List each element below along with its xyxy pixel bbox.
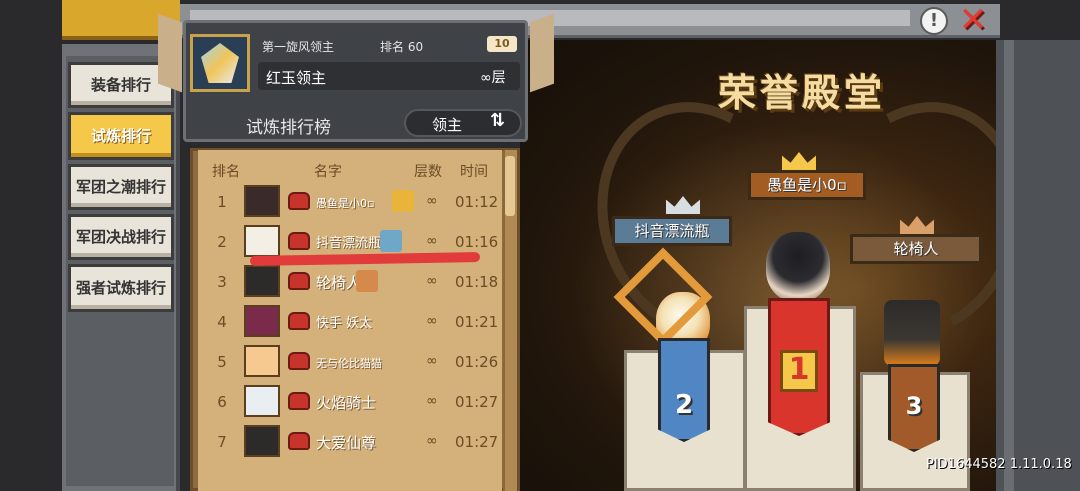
- sidebar-item-legion-battle-rank[interactable]: 军团决战排行: [68, 214, 174, 260]
- first-place-name: 愚鱼是小0▫: [767, 176, 847, 194]
- first-place-number: 1: [788, 352, 810, 387]
- row-name: 无与伦比猫猫: [316, 357, 382, 370]
- row-avatar[interactable]: [244, 425, 280, 457]
- third-place-plate: 轮椅人: [850, 234, 982, 264]
- first-place-plate: 愚鱼是小0▫: [748, 170, 866, 200]
- title-badge-icon: [380, 230, 402, 252]
- row-rank: 5: [217, 353, 227, 371]
- hall-of-fame-title: 荣誉殿堂: [717, 71, 886, 115]
- player-title: 第一旋风领主: [262, 40, 335, 54]
- leaderboard-heading: 试炼排行榜: [246, 118, 331, 138]
- column-header-time: 时间: [460, 164, 488, 180]
- player-name: 红玉领主: [266, 69, 327, 87]
- treasure-bag-icon: [288, 432, 310, 450]
- wing-left: [158, 13, 182, 93]
- row-avatar[interactable]: [244, 345, 280, 377]
- player-avatar-emblem-icon: [201, 43, 239, 83]
- row-rank: 6: [217, 393, 227, 411]
- row-time: 01:18: [455, 273, 499, 291]
- row-time: 01:27: [455, 433, 499, 451]
- row-name: 大爱仙尊: [316, 434, 377, 452]
- row-floor: ∞: [426, 393, 438, 409]
- treasure-bag-icon: [288, 232, 310, 250]
- filter-value: 领主: [432, 116, 463, 134]
- row-avatar[interactable]: [244, 385, 280, 417]
- row-name: 火焰骑士: [316, 394, 377, 412]
- sidebar-item-trial-rank[interactable]: 试炼排行: [68, 112, 174, 160]
- sidebar-item-label: 强者试炼排行: [75, 278, 166, 297]
- row-name: 快手 妖太: [316, 316, 373, 331]
- second-place-plate: 抖音漂流瓶: [612, 216, 732, 246]
- treasure-bag-icon: [288, 192, 310, 210]
- sidebar-item-label: 军团决战排行: [75, 227, 166, 246]
- player-rank: 排名 60: [380, 40, 424, 54]
- third-place-hero[interactable]: [884, 300, 940, 366]
- column-header-floor: 层数: [414, 164, 442, 180]
- row-avatar[interactable]: [244, 225, 280, 257]
- treasure-bag-icon: [288, 352, 310, 370]
- second-place-name: 抖音漂流瓶: [634, 222, 710, 240]
- row-floor: ∞: [426, 233, 438, 249]
- row-rank: 3: [217, 273, 227, 291]
- treasure-bag-icon: [288, 312, 310, 330]
- player-avatar[interactable]: [190, 34, 250, 92]
- row-time: 01:16: [455, 233, 499, 251]
- close-button[interactable]: ✕: [956, 3, 990, 37]
- sidebar-item-label: 试炼排行: [90, 126, 151, 145]
- row-rank: 7: [217, 433, 227, 451]
- swap-icon[interactable]: ⇅: [490, 110, 505, 131]
- sidebar-item-label: 装备排行: [90, 75, 151, 94]
- row-rank: 4: [217, 313, 227, 331]
- player-floor: ∞层: [480, 70, 506, 86]
- row-time: 01:27: [455, 393, 499, 411]
- column-header-rank: 排名: [212, 164, 240, 180]
- row-name: 轮椅人: [316, 274, 362, 292]
- treasure-bag-icon: [288, 272, 310, 290]
- row-avatar[interactable]: [244, 305, 280, 337]
- game-screen: 荣誉殿堂 抖音漂流瓶 2 愚鱼是小0▫ 1 轮椅人 3 ! ✕ 装备排行 试炼排…: [0, 0, 1080, 491]
- row-rank: 1: [217, 193, 227, 211]
- row-time: 01:26: [455, 353, 499, 371]
- row-time: 01:12: [455, 193, 499, 211]
- build-id: PID1644582 1.11.0.18: [926, 457, 1072, 472]
- wing-right: [530, 13, 554, 93]
- third-place-number: 3: [905, 392, 923, 420]
- sidebar-item-legion-tide-rank[interactable]: 军团之潮排行: [68, 164, 174, 210]
- first-place-hero[interactable]: [766, 232, 830, 302]
- second-place-number: 2: [674, 390, 694, 420]
- row-floor: ∞: [426, 433, 438, 449]
- title-badge-icon: [356, 270, 378, 292]
- help-button[interactable]: !: [920, 7, 948, 35]
- treasure-bag-icon: [288, 392, 310, 410]
- row-avatar[interactable]: [244, 265, 280, 297]
- row-rank: 2: [217, 233, 227, 251]
- row-floor: ∞: [426, 313, 438, 329]
- row-floor: ∞: [426, 193, 438, 209]
- row-time: 01:21: [455, 313, 499, 331]
- sidebar-item-label: 军团之潮排行: [75, 177, 166, 196]
- hall-right-frame-stripe: [1004, 40, 1014, 491]
- third-place-name: 轮椅人: [893, 240, 939, 258]
- scrollbar-thumb[interactable]: [505, 156, 515, 216]
- row-name: 抖音漂流瓶: [316, 236, 382, 251]
- row-avatar[interactable]: [244, 185, 280, 217]
- title-badge-icon: [392, 190, 414, 212]
- row-floor: ∞: [426, 273, 438, 289]
- player-tag-badge: 10: [487, 36, 517, 52]
- row-name: 愚鱼是小0▫: [316, 197, 375, 210]
- row-floor: ∞: [426, 353, 438, 369]
- column-header-name: 名字: [314, 164, 342, 180]
- sidebar-item-strong-trial-rank[interactable]: 强者试炼排行: [68, 264, 174, 312]
